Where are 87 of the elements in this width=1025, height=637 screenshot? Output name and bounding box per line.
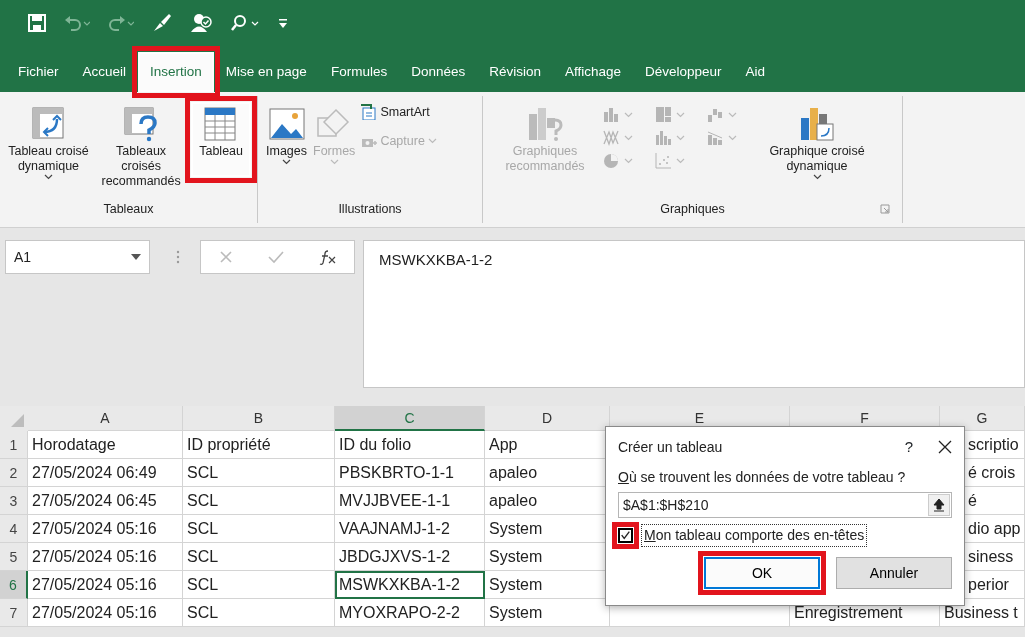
redo-icon[interactable] — [108, 14, 134, 32]
table-cell: VAAJNAMJ-1-2 — [335, 515, 485, 543]
table-cell: Horodatage — [28, 431, 183, 459]
ribbon-tab[interactable]: Formules — [318, 52, 400, 92]
row-header[interactable]: 5 — [0, 543, 28, 571]
undo-icon[interactable] — [64, 14, 90, 32]
save-icon[interactable] — [28, 14, 46, 32]
collapse-dialog-button[interactable] — [928, 494, 950, 516]
table-cell: SCL — [183, 599, 335, 627]
table-cell: ID propriété — [183, 431, 335, 459]
row-header[interactable]: 2 — [0, 459, 28, 487]
search-icon[interactable] — [230, 14, 260, 32]
caret-icon — [676, 134, 685, 141]
group-label: Graphiques — [660, 202, 725, 217]
column-header[interactable]: G — [940, 406, 1025, 431]
range-prompt: Où se trouvent les données de votre tableau ? — [618, 468, 907, 487]
grip-icon — [176, 249, 180, 265]
close-icon[interactable] — [938, 440, 952, 454]
table-cell: SCL — [183, 487, 335, 515]
ribbon-button[interactable]: Tableau croisé dynamique — [6, 102, 91, 182]
caret-icon — [728, 111, 737, 118]
name-box[interactable]: A1 — [5, 240, 150, 274]
table-cell: 27/05/2024 05:16 — [28, 515, 183, 543]
caret-icon — [329, 159, 339, 165]
cancel-icon[interactable] — [218, 250, 233, 264]
table-cell: MSWKXKBA-1-2 — [335, 571, 485, 599]
smartart-icon — [361, 104, 378, 121]
table-cell: PBSKBRTO-1-1 — [335, 459, 485, 487]
table-cell: JBDGJXVS-1-2 — [335, 543, 485, 571]
table-cell: 27/05/2024 06:49 — [28, 459, 183, 487]
dialog-title: Créer un tableau — [618, 437, 724, 457]
ribbon-button[interactable]: SmartArt — [359, 102, 439, 123]
caret-icon — [812, 174, 822, 180]
up-arrow-icon — [933, 498, 945, 512]
row-header[interactable]: 7 — [0, 599, 28, 627]
paintbrush-icon[interactable] — [152, 13, 172, 33]
formula-field[interactable]: MSWKXKBA-1-2 — [363, 240, 1025, 388]
caret-icon — [282, 159, 291, 165]
ribbon-tab[interactable]: Développeur — [633, 52, 734, 92]
table-cell: 27/05/2024 05:16 — [28, 543, 183, 571]
column-header[interactable]: C — [335, 406, 485, 431]
ribbon-tab[interactable]: Fichier — [6, 52, 71, 92]
dialog-button[interactable]: Annuler — [836, 557, 952, 589]
table-cell: 27/05/2024 05:16 — [28, 571, 183, 599]
table-cell: SCL — [183, 571, 335, 599]
table-cell: ID du folio — [335, 431, 485, 459]
table-cell: MYOXRAPO-2-2 — [335, 599, 485, 627]
table-cell: 27/05/2024 06:45 — [28, 487, 183, 515]
ribbon-tab[interactable]: Accueil — [70, 52, 139, 92]
table-cell: SCL — [183, 543, 335, 571]
dialog-launcher-icon[interactable] — [880, 204, 890, 215]
check-icon[interactable] — [267, 250, 284, 264]
customize-icon[interactable] — [278, 16, 288, 30]
checkbox-label[interactable]: Mon tableau comporte des en-têtes — [641, 524, 868, 547]
column-header[interactable]: B — [183, 406, 335, 431]
row-header[interactable]: 3 — [0, 487, 28, 515]
help-button[interactable]: ? — [903, 434, 914, 460]
ribbon-tab[interactable]: Mise en page — [213, 52, 319, 92]
caret-icon — [624, 134, 633, 141]
ribbon-button[interactable]: Images — [264, 102, 309, 167]
table-cell: SCL — [183, 515, 335, 543]
ribbon-tab[interactable]: Révision — [477, 52, 553, 92]
ribbon-tab[interactable]: Données — [399, 52, 478, 92]
row-header[interactable]: 6 — [0, 571, 28, 599]
table-cell: 27/05/2024 05:16 — [28, 599, 183, 627]
caret-icon — [728, 134, 737, 141]
caret-icon — [624, 111, 633, 118]
caret-icon — [676, 111, 685, 118]
row-header[interactable]: 1 — [0, 431, 28, 459]
insert-function-icon[interactable] — [318, 249, 337, 265]
group-label: Tableaux — [103, 202, 154, 217]
table-cell: SCL — [183, 459, 335, 487]
ribbon-button[interactable]: Graphique croisé dynamique — [761, 102, 873, 182]
person-check-icon[interactable] — [190, 13, 212, 33]
column-header[interactable]: A — [28, 406, 183, 431]
row-header[interactable]: 4 — [0, 515, 28, 543]
column-header[interactable]: D — [485, 406, 610, 431]
group-label: Illustrations — [338, 202, 402, 217]
ribbon-tab[interactable]: Aid — [733, 52, 778, 92]
caret-icon — [44, 174, 53, 180]
caret-icon — [676, 157, 685, 164]
range-field[interactable]: $A$1:$H$210 — [618, 492, 952, 518]
caret-icon — [624, 157, 633, 164]
dropdown-icon — [131, 254, 141, 260]
caret-icon — [427, 138, 437, 145]
table-cell: MVJJBVEE-1-1 — [335, 487, 485, 515]
ribbon-tab[interactable]: Affichage — [553, 52, 634, 92]
